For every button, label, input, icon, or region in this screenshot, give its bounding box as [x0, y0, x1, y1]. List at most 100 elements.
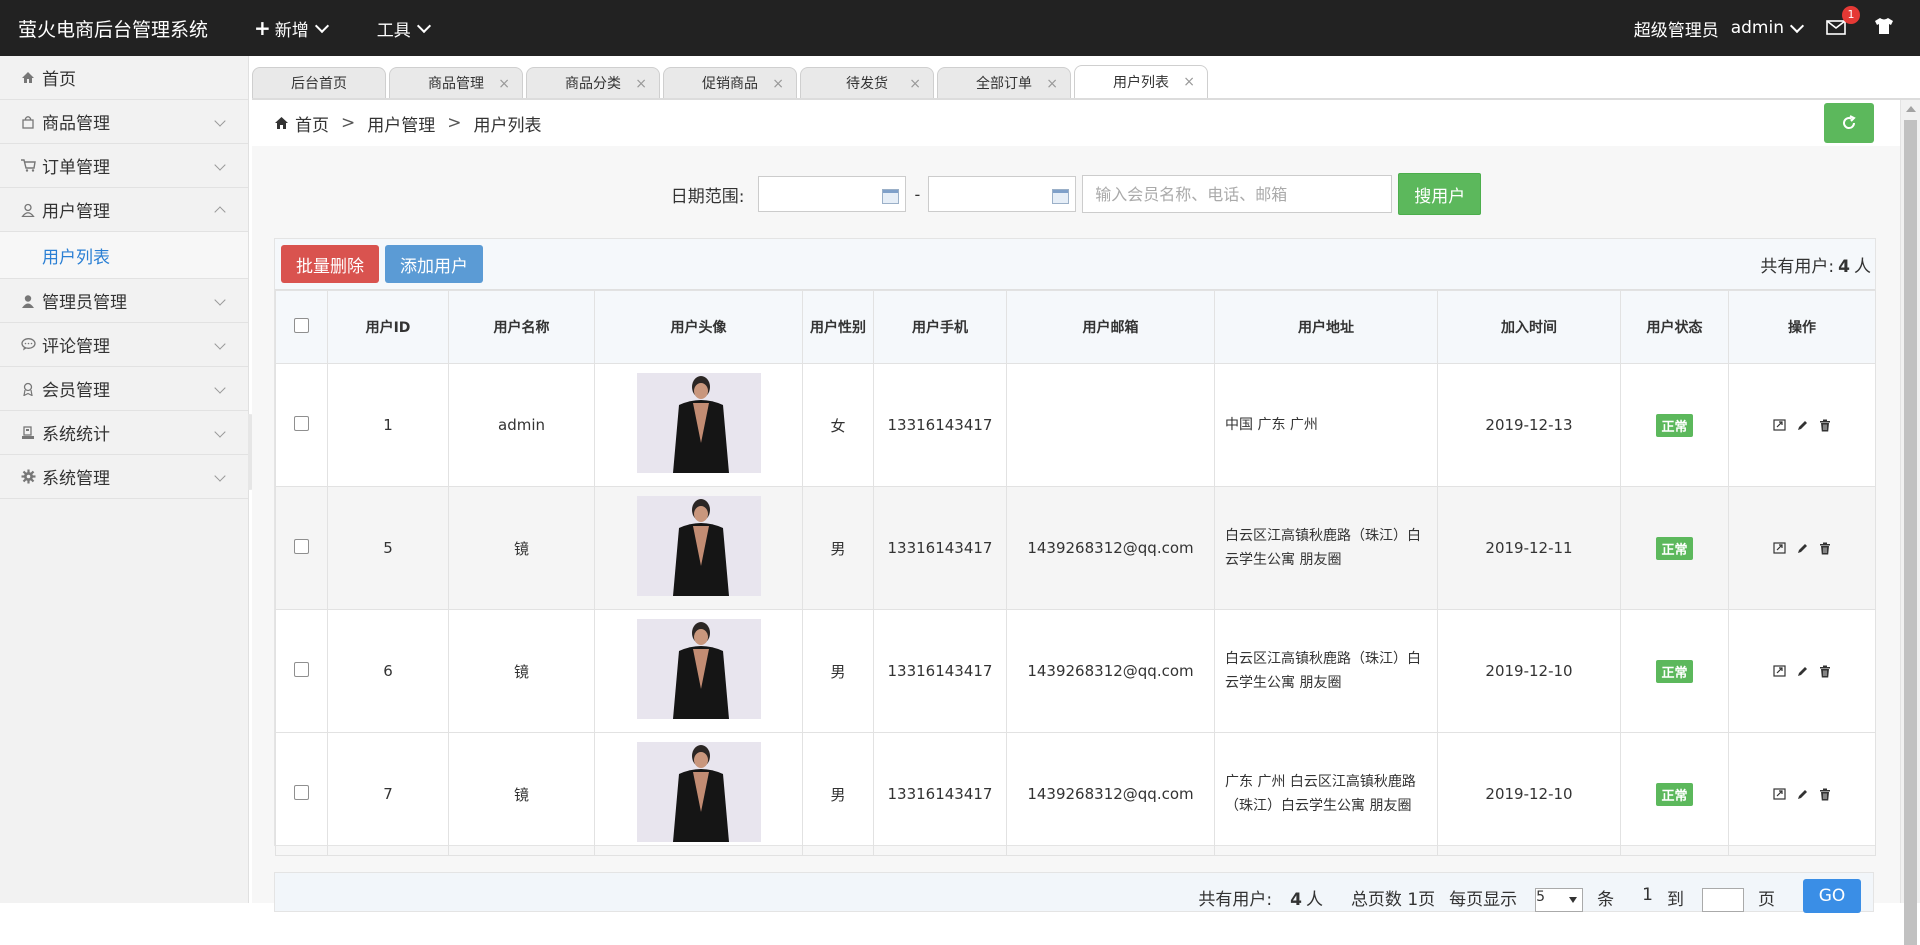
tab-label: 全部订单 — [976, 76, 1032, 92]
breadcrumb-user-management[interactable]: 用户管理 — [367, 111, 435, 136]
user-icon — [20, 202, 36, 218]
pagination-bar: 共有用户: 4 人 总页数 1页 每页显示 5 条 1 到页 GO — [274, 872, 1874, 913]
close-icon[interactable]: × — [909, 76, 921, 92]
row-select-cell — [275, 609, 328, 733]
user-id: 5 — [327, 486, 449, 610]
tools-menu[interactable]: 工具 — [376, 16, 431, 41]
row-checkbox[interactable] — [294, 538, 309, 554]
view-icon[interactable] — [1773, 419, 1786, 431]
goto-label: 到 — [1667, 890, 1684, 910]
delete-icon[interactable] — [1819, 542, 1831, 555]
user-id: 7 — [327, 732, 449, 856]
status-badge[interactable]: 正常 — [1656, 536, 1693, 560]
column-header: 用户邮箱 — [1006, 290, 1215, 364]
sidebar-item-members[interactable]: 会员管理 — [0, 367, 248, 411]
mail-icon[interactable]: 1 — [1826, 6, 1860, 36]
search-input[interactable] — [1082, 175, 1393, 213]
chevron-down-icon — [314, 18, 329, 33]
start-date-input[interactable] — [758, 176, 907, 212]
tools-menu-label: 工具 — [376, 20, 411, 41]
tab-user-list[interactable]: 用户列表 × — [1074, 65, 1208, 98]
add-user-button[interactable]: 添加用户 — [385, 245, 483, 283]
user-gender: 男 — [802, 486, 874, 610]
sidebar-item-products[interactable]: 商品管理 — [0, 100, 248, 144]
sidebar-item-users[interactable]: 用户管理 — [0, 188, 248, 232]
close-icon[interactable]: × — [498, 76, 510, 92]
select-all-checkbox[interactable] — [294, 317, 309, 333]
view-icon[interactable] — [1773, 788, 1786, 800]
scroll-thumb[interactable] — [1904, 120, 1917, 945]
user-address: 白云区江高镇秋鹿路（珠江）白云学生公寓 朋友圈 — [1214, 486, 1438, 610]
row-checkbox[interactable] — [294, 661, 309, 677]
pager-total-count: 4 — [1290, 890, 1302, 910]
scroll-up-arrow-icon[interactable] — [1906, 106, 1916, 112]
avatar — [636, 619, 761, 719]
tab-label: 促销商品 — [702, 76, 758, 92]
page-scrollbar[interactable] — [1900, 100, 1920, 945]
edit-icon[interactable] — [1796, 419, 1809, 432]
tab-promotions[interactable]: 促销商品 × — [663, 67, 797, 98]
go-button[interactable]: GO — [1803, 879, 1861, 913]
end-date-input[interactable] — [928, 176, 1077, 212]
sidebar-item-stats[interactable]: 系统统计 — [0, 411, 248, 455]
tab-categories[interactable]: 商品分类 × — [526, 67, 660, 98]
close-icon[interactable]: × — [1183, 74, 1195, 90]
search-bar: 日期范围: - 搜用户 — [252, 146, 1900, 242]
status-badge[interactable]: 正常 — [1656, 659, 1693, 683]
row-checkbox[interactable] — [294, 415, 309, 431]
sidebar-item-admins[interactable]: 管理员管理 — [0, 279, 248, 323]
table-row: 5 镜 男 13316143417 1439268312@qq.com 白云区江… — [275, 486, 1876, 610]
per-page-select[interactable]: 5 — [1535, 888, 1584, 912]
column-header: 用户状态 — [1620, 290, 1729, 364]
tab-dashboard[interactable]: 后台首页 — [252, 67, 386, 98]
edit-icon[interactable] — [1796, 542, 1809, 555]
edit-icon[interactable] — [1796, 788, 1809, 801]
tab-products[interactable]: 商品管理 × — [389, 67, 523, 98]
tab-label: 待发货 — [846, 76, 888, 92]
column-header: 用户头像 — [594, 290, 803, 364]
delete-icon[interactable] — [1819, 665, 1831, 678]
search-users-button[interactable]: 搜用户 — [1398, 173, 1482, 215]
top-menu: + 新增 工具 — [254, 16, 479, 41]
goto-page-input[interactable] — [1702, 888, 1744, 912]
status-badge[interactable]: 正常 — [1656, 782, 1693, 806]
skin-shirt-icon[interactable] — [1874, 17, 1894, 40]
tab-all-orders[interactable]: 全部订单 × — [937, 67, 1071, 98]
list-toolbar: 批量删除 添加用户 共有用户: 4 人 — [275, 239, 1875, 290]
user-menu[interactable]: admin — [1731, 18, 1805, 38]
batch-delete-button[interactable]: 批量删除 — [281, 245, 379, 283]
view-icon[interactable] — [1773, 665, 1786, 677]
breadcrumb-home[interactable]: 首页 — [295, 111, 329, 136]
delete-icon[interactable] — [1819, 788, 1831, 801]
row-checkbox[interactable] — [294, 784, 309, 800]
close-icon[interactable]: × — [635, 76, 647, 92]
calendar-icon[interactable] — [882, 189, 900, 204]
sidebar-item-orders[interactable]: 订单管理 — [0, 144, 248, 188]
main-content: 日期范围: - 搜用户 批量删除 添加用户 共有用户:4人 用户ID 用户名称 … — [252, 146, 1900, 913]
top-navbar: 萤火电商后台管理系统 + 新增 工具 超级管理员 admin 1 — [0, 0, 1920, 56]
user-joined: 2019-12-10 — [1437, 609, 1621, 733]
chevron-down-icon — [214, 294, 226, 306]
status-badge[interactable]: 正常 — [1656, 413, 1693, 437]
sidebar-subitem-user-list[interactable]: 用户列表 — [0, 232, 248, 279]
calendar-icon[interactable] — [1052, 189, 1070, 204]
view-icon[interactable] — [1773, 542, 1786, 554]
close-icon[interactable]: × — [1046, 76, 1058, 92]
edit-icon[interactable] — [1796, 665, 1809, 678]
avatar-cell — [594, 363, 803, 487]
comment-icon — [20, 337, 36, 353]
new-menu[interactable]: + 新增 — [254, 16, 329, 41]
delete-icon[interactable] — [1819, 419, 1831, 432]
refresh-button[interactable] — [1824, 103, 1874, 143]
avatar — [636, 373, 761, 473]
close-icon[interactable]: × — [772, 76, 784, 92]
sidebar-item-home[interactable]: 首页 — [0, 56, 248, 100]
sidebar-item-label: 用户管理 — [42, 202, 110, 222]
tab-pending-shipment[interactable]: 待发货 × — [800, 67, 934, 98]
sidebar-item-comments[interactable]: 评论管理 — [0, 323, 248, 367]
pager-current-page[interactable]: 1 — [1642, 885, 1653, 905]
column-header: 用户性别 — [802, 290, 874, 364]
table-row: 7 镜 男 13316143417 1439268312@qq.com 广东 广… — [275, 732, 1876, 856]
column-header: 用户地址 — [1214, 290, 1438, 364]
sidebar-item-system[interactable]: 系统管理 — [0, 455, 248, 499]
